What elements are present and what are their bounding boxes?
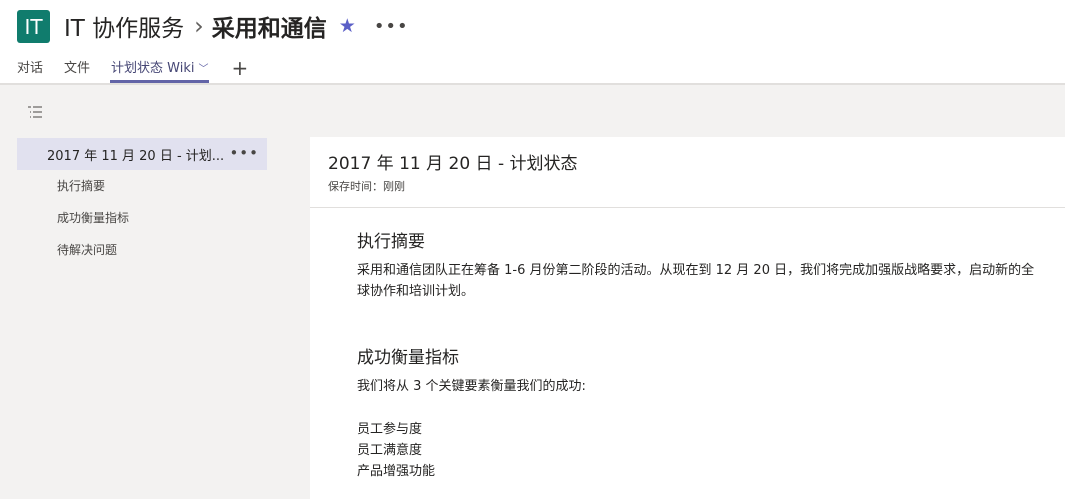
save-status: 保存时间：刚刚 bbox=[328, 180, 405, 193]
sidebar-section-issues[interactable]: 待解决问题 bbox=[17, 234, 267, 266]
list-item[interactable]: 员工参与度 bbox=[357, 419, 435, 440]
wiki-page: 2017 年 11 月 20 日 - 计划状态 保存时间：刚刚 执行摘要 采用和… bbox=[310, 137, 1065, 499]
wiki-sidebar: 2017 年 11 月 20 日 - 计划... ••• 执行摘要 成功衡量指标… bbox=[17, 138, 267, 266]
sidebar-section-metrics[interactable]: 成功衡量指标 bbox=[17, 202, 267, 234]
section-text[interactable]: 我们将从 3 个关键要素衡量我们的成功: bbox=[357, 376, 586, 397]
channel-header: IT IT 协作服务 › 采用和通信 ★ ••• 对话 文件 计划状态 Wiki… bbox=[0, 0, 1065, 85]
sidebar-section-summary[interactable]: 执行摘要 bbox=[17, 170, 267, 202]
team-name[interactable]: IT 协作服务 bbox=[64, 9, 184, 43]
metrics-list: 员工参与度 员工满意度 产品增强功能 bbox=[357, 419, 435, 482]
tab-conversations[interactable]: 对话 bbox=[17, 58, 43, 84]
section-text[interactable]: 采用和通信团队正在筹备 1-6 月份第二阶段的活动。从现在到 12 月 20 日… bbox=[357, 260, 1037, 302]
list-item[interactable]: 产品增强功能 bbox=[357, 461, 435, 482]
tab-files[interactable]: 文件 bbox=[64, 58, 90, 84]
page-title[interactable]: 2017 年 11 月 20 日 - 计划状态 bbox=[328, 149, 1065, 174]
list-item[interactable]: 员工满意度 bbox=[357, 440, 435, 461]
sidebar-page-item[interactable]: 2017 年 11 月 20 日 - 计划... ••• bbox=[17, 138, 267, 170]
tab-wiki-label: 计划状态 Wiki bbox=[111, 61, 195, 76]
section-heading[interactable]: 成功衡量指标 bbox=[357, 343, 459, 368]
team-avatar[interactable]: IT bbox=[17, 10, 50, 43]
toc-toggle-icon[interactable] bbox=[27, 104, 43, 120]
more-icon[interactable]: ••• bbox=[374, 16, 409, 37]
chevron-down-icon[interactable]: ﹀ bbox=[198, 64, 208, 75]
section-heading[interactable]: 执行摘要 bbox=[357, 227, 425, 252]
breadcrumb: IT 协作服务 › 采用和通信 ★ ••• bbox=[64, 9, 409, 43]
star-icon[interactable]: ★ bbox=[339, 15, 356, 37]
more-icon[interactable]: ••• bbox=[229, 144, 259, 162]
sidebar-page-label: 2017 年 11 月 20 日 - 计划... bbox=[47, 148, 225, 164]
page-header: 2017 年 11 月 20 日 - 计划状态 保存时间：刚刚 bbox=[310, 137, 1065, 208]
tab-wiki[interactable]: 计划状态 Wiki ﹀ bbox=[110, 58, 210, 84]
chevron-right-icon: › bbox=[194, 12, 204, 40]
channel-name: 采用和通信 bbox=[211, 16, 327, 42]
channel-tabs: 对话 文件 计划状态 Wiki ﹀ + bbox=[17, 58, 248, 84]
add-tab-button[interactable]: + bbox=[231, 58, 248, 78]
